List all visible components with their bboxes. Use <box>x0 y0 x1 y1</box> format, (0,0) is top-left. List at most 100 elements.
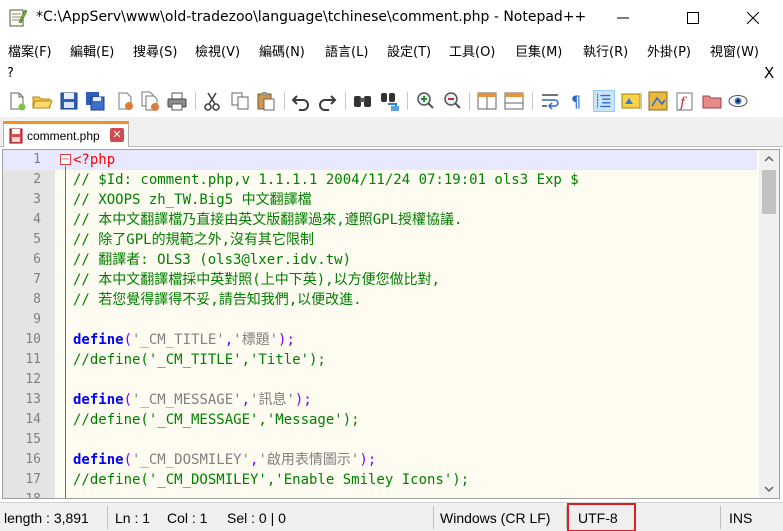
code-line[interactable]: 17 //define('_CM_DOSMILEY','Enable Smiley… <box>3 470 757 490</box>
sync-horizontal-icon[interactable] <box>503 90 525 112</box>
tab-bar: comment.php ✕ <box>0 117 783 147</box>
notepad-plus-plus-icon <box>9 9 27 27</box>
cut-icon[interactable] <box>201 90 223 112</box>
line-number: 17 <box>25 472 41 487</box>
code-token: ); <box>294 392 312 408</box>
new-file-icon[interactable] <box>6 90 28 112</box>
zoom-in-icon[interactable] <box>414 90 436 112</box>
line-number: 1 <box>33 152 41 167</box>
code-token: '_CM_TITLE' <box>132 332 225 348</box>
menu-tools[interactable]: 工具(O) <box>449 41 495 60</box>
function-list-icon[interactable]: f <box>674 90 696 112</box>
code-line[interactable]: 15 <box>3 430 757 450</box>
scroll-thumb[interactable] <box>762 170 776 214</box>
close-icon[interactable] <box>114 90 136 112</box>
line-number: 15 <box>25 432 41 447</box>
code-line[interactable]: 13 define('_CM_MESSAGE','訊息'); <box>3 390 757 410</box>
code-token: <?php <box>73 152 116 168</box>
code-line[interactable]: 16 define('_CM_DOSMILEY','啟用表情圖示'); <box>3 450 757 470</box>
code-text: // 翻譯者: OLS3 (ols3@lxer.idv.tw) <box>73 250 351 270</box>
user-lang-icon[interactable] <box>620 90 642 112</box>
code-line[interactable]: 3 // XOOPS zh_TW.Big5 中文翻譯檔 <box>3 190 757 210</box>
code-line[interactable]: 10 define('_CM_TITLE','標題'); <box>3 330 757 350</box>
editor[interactable]: 1 <?php 2 // $Id: comment.php,v 1.1.1.1 200… <box>2 149 780 499</box>
code-line[interactable]: 5 // 除了GPL的規範之外,沒有其它限制 <box>3 230 757 250</box>
code-line[interactable]: 2 // $Id: comment.php,v 1.1.1.1 2004/11/2… <box>3 170 757 190</box>
print-icon[interactable] <box>166 90 188 112</box>
maximize-button[interactable] <box>670 0 716 36</box>
tab-close-button[interactable]: ✕ <box>110 128 124 142</box>
code-token: '_CM_MESSAGE' <box>132 392 242 408</box>
sync-vertical-icon[interactable] <box>476 90 498 112</box>
status-selection: Sel : 0 | 0 <box>227 510 286 526</box>
line-number: 14 <box>25 412 41 427</box>
code-line[interactable]: 12 <box>3 370 757 390</box>
save-all-icon[interactable] <box>84 90 106 112</box>
paste-icon[interactable] <box>255 90 277 112</box>
vertical-scrollbar[interactable] <box>759 150 779 498</box>
line-number: 5 <box>33 232 41 247</box>
undo-icon[interactable] <box>290 90 312 112</box>
close-all-icon[interactable] <box>139 90 161 112</box>
code-line[interactable]: 14 //define('_CM_MESSAGE','Message'); <box>3 410 757 430</box>
line-number: 10 <box>25 332 41 347</box>
code-token: // 本中文翻譯檔採中英對照(上中下英),以方便您做比對, <box>73 272 440 288</box>
monitoring-icon[interactable] <box>727 90 749 112</box>
open-file-icon[interactable] <box>31 90 53 112</box>
save-icon[interactable] <box>58 90 80 112</box>
line-number: 4 <box>33 212 41 227</box>
code-text: //define('_CM_MESSAGE','Message'); <box>73 410 360 430</box>
redo-icon[interactable] <box>316 90 338 112</box>
code-token: define <box>73 332 124 348</box>
code-token: ( <box>123 392 133 408</box>
code-line[interactable]: 7 // 本中文翻譯檔採中英對照(上中下英),以方便您做比對, <box>3 270 757 290</box>
menu-plugins[interactable]: 外掛(P) <box>647 41 691 60</box>
menu-help[interactable]: ? <box>7 66 14 81</box>
menu-settings[interactable]: 設定(T) <box>387 41 431 60</box>
code-line[interactable]: 6 // 翻譯者: OLS3 (ols3@lxer.idv.tw) <box>3 250 757 270</box>
folder-workspace-icon[interactable] <box>701 90 723 112</box>
menu-file[interactable]: 檔案(F) <box>8 41 52 60</box>
fold-toggle-icon[interactable]: − <box>60 154 71 165</box>
close-document-button[interactable]: X <box>764 64 774 82</box>
code-line[interactable]: 8 // 若您覺得譯得不妥,請告知我們,以便改進. <box>3 290 757 310</box>
replace-icon[interactable] <box>379 90 401 112</box>
scroll-up-icon[interactable] <box>759 150 779 168</box>
code-line[interactable]: 9 <box>3 310 757 330</box>
code-text: // $Id: comment.php,v 1.1.1.1 2004/11/24… <box>73 170 579 190</box>
status-insert-mode[interactable]: INS <box>729 510 752 526</box>
minimize-button[interactable] <box>600 0 646 36</box>
code-text: <?php <box>73 150 115 170</box>
word-wrap-icon[interactable] <box>539 90 561 112</box>
code-text: // 若您覺得譯得不妥,請告知我們,以便改進. <box>73 290 362 310</box>
line-number: 8 <box>33 292 41 307</box>
status-column: Col : 1 <box>167 510 208 526</box>
code-token: ( <box>123 332 133 348</box>
menu-search[interactable]: 搜尋(S) <box>133 41 177 60</box>
code-line[interactable]: 4 // 本中文翻譯檔乃直接由英文版翻譯過來,遵照GPL授權協議. <box>3 210 757 230</box>
status-eol[interactable]: Windows (CR LF) <box>440 510 550 526</box>
doc-map-icon[interactable] <box>647 90 669 112</box>
copy-icon[interactable] <box>229 90 251 112</box>
code-line[interactable]: 1 <?php <box>3 150 757 170</box>
code-line[interactable]: 11 //define('_CM_TITLE','Title'); <box>3 350 757 370</box>
tab-comment-php[interactable]: comment.php ✕ <box>3 121 129 147</box>
zoom-out-icon[interactable] <box>441 90 463 112</box>
indent-guide-icon[interactable] <box>593 90 615 112</box>
menu-window[interactable]: 視窗(W) <box>710 41 759 60</box>
menu-encoding[interactable]: 編碼(N) <box>259 41 305 60</box>
minimize-icon <box>617 17 629 19</box>
menu-view[interactable]: 檢視(V) <box>195 41 240 60</box>
menu-language[interactable]: 語言(L) <box>325 41 368 60</box>
menu-run[interactable]: 執行(R) <box>583 41 628 60</box>
status-bar: length : 3,891 Ln : 1 Col : 1 Sel : 0 | … <box>0 502 783 531</box>
menu-edit[interactable]: 編輯(E) <box>70 41 114 60</box>
scroll-down-icon[interactable] <box>759 480 779 498</box>
find-icon[interactable] <box>352 90 374 112</box>
close-window-button[interactable] <box>730 0 776 36</box>
code-token: '啟用表情圖示' <box>258 452 360 468</box>
menu-macro[interactable]: 巨集(M) <box>515 41 562 60</box>
code-token: , <box>241 392 251 408</box>
code-line[interactable]: 18 <box>3 490 757 498</box>
show-all-chars-icon[interactable]: ¶ <box>566 90 588 112</box>
